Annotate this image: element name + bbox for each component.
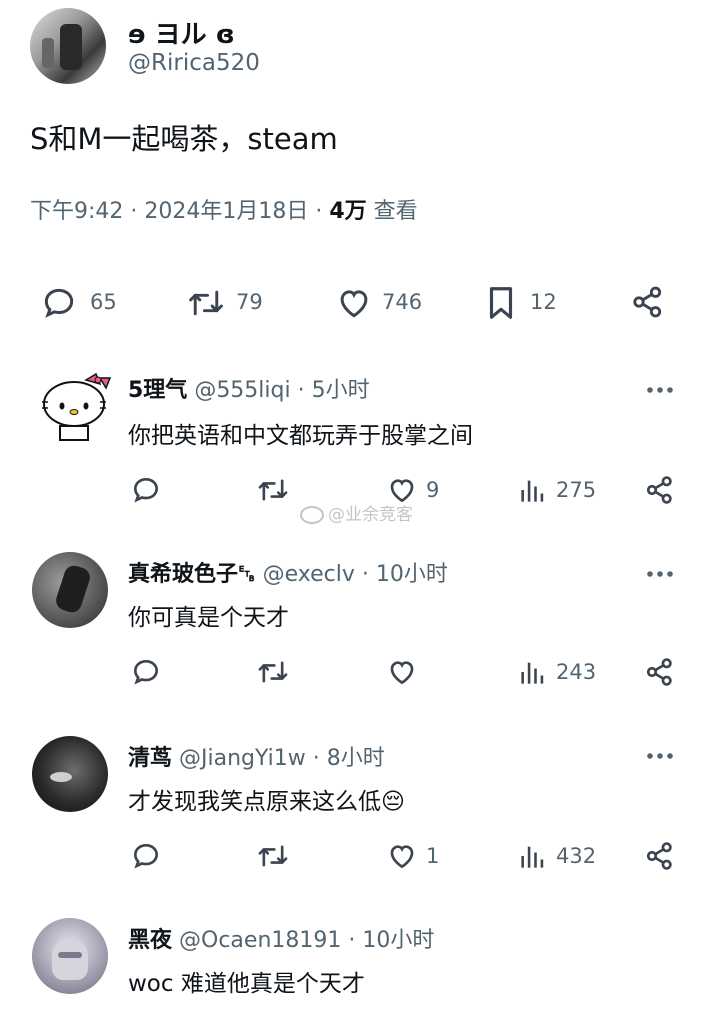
share-button[interactable] bbox=[644, 656, 676, 688]
bookmark-count: 12 bbox=[530, 290, 557, 314]
views-button[interactable] bbox=[518, 476, 546, 504]
heart-icon bbox=[390, 661, 414, 685]
retweet-icon bbox=[258, 845, 288, 867]
retweet-icon bbox=[258, 479, 288, 501]
retweet-button[interactable] bbox=[256, 474, 290, 506]
reply-display-name[interactable]: 黑夜 bbox=[128, 928, 172, 953]
separator-dot: · bbox=[290, 378, 312, 403]
bar-chart-icon bbox=[521, 480, 544, 502]
reply-button[interactable] bbox=[130, 840, 162, 872]
reply-avatar[interactable] bbox=[32, 552, 108, 628]
share-icon bbox=[633, 286, 662, 318]
reply-text-body: 才发现我笑点原来这么低 bbox=[128, 789, 381, 815]
pensive-emoji-icon: 😔 bbox=[381, 789, 405, 815]
reply-count: 65 bbox=[90, 290, 117, 314]
reply-text: 你可真是个天才 bbox=[128, 605, 289, 631]
reply-header: 清茑 @JiangYi1w · 8小时 bbox=[128, 740, 385, 772]
reply-display-name[interactable]: 5理气 bbox=[128, 378, 187, 403]
author-avatar[interactable] bbox=[30, 8, 106, 84]
more-dots-icon bbox=[647, 753, 673, 759]
tweet-text: S和M一起喝茶，steam bbox=[30, 122, 338, 156]
reply-button[interactable] bbox=[40, 284, 78, 322]
views-label: 查看 bbox=[366, 199, 418, 224]
retweet-button[interactable] bbox=[256, 840, 290, 872]
reply-avatar[interactable] bbox=[34, 370, 118, 444]
reply-time[interactable]: 10小时 bbox=[362, 928, 434, 953]
more-options-button[interactable] bbox=[646, 752, 674, 760]
bookmark-button[interactable] bbox=[484, 284, 518, 322]
share-icon bbox=[646, 658, 672, 686]
reply-handle[interactable]: @JiangYi1w bbox=[179, 746, 306, 771]
reply-display-name[interactable]: 真希玻色子␗ bbox=[128, 562, 256, 587]
retweet-count: 79 bbox=[236, 290, 263, 314]
separator-dot: · bbox=[341, 928, 363, 953]
reply-display-name[interactable]: 清茑 bbox=[128, 746, 172, 771]
reply-time[interactable]: 8小时 bbox=[327, 746, 385, 771]
more-dots-icon bbox=[647, 387, 673, 393]
reply-text: 你把英语和中文都玩弄于股掌之间 bbox=[128, 423, 473, 449]
tweet-timestamp[interactable]: 下午9:42 · 2024年1月18日 · bbox=[30, 199, 329, 224]
like-count: 746 bbox=[382, 290, 423, 314]
reply-time[interactable]: 10小时 bbox=[376, 562, 448, 587]
speech-bubble-icon bbox=[133, 477, 159, 503]
bookmark-icon bbox=[489, 287, 513, 319]
like-button[interactable] bbox=[386, 840, 418, 872]
reply-header: 黑夜 @Ocaen18191 · 10小时 bbox=[128, 922, 434, 954]
more-options-button[interactable] bbox=[646, 386, 674, 394]
views-button[interactable] bbox=[518, 842, 546, 870]
watermark: @业余竞客 bbox=[300, 500, 413, 525]
separator-dot: · bbox=[305, 746, 327, 771]
reply-button[interactable] bbox=[130, 656, 162, 688]
reply-handle[interactable]: @execlv bbox=[263, 562, 355, 587]
tweet-meta: 下午9:42 · 2024年1月18日 · 4万 查看 bbox=[30, 193, 418, 225]
share-icon bbox=[646, 842, 672, 870]
like-button[interactable] bbox=[334, 284, 374, 322]
watermark-text: @业余竞客 bbox=[328, 505, 413, 525]
more-options-button[interactable] bbox=[646, 570, 674, 578]
reply-text: woc 难道他真是个天才 bbox=[128, 971, 365, 997]
views-count: 432 bbox=[556, 844, 597, 868]
speech-bubble-icon bbox=[44, 288, 74, 318]
like-count: 1 bbox=[426, 844, 440, 868]
retweet-button[interactable] bbox=[256, 656, 290, 688]
reply-handle[interactable]: @Ocaen18191 bbox=[179, 928, 341, 953]
heart-icon bbox=[390, 845, 414, 869]
reply-handle[interactable]: @555liqi bbox=[194, 378, 290, 403]
speech-bubble-icon bbox=[133, 843, 159, 869]
author-handle[interactable]: @Ririca520 bbox=[128, 50, 260, 76]
like-count: 9 bbox=[426, 478, 440, 502]
share-button[interactable] bbox=[644, 474, 676, 506]
author-display-name[interactable]: ɘ ヨル ɞ bbox=[128, 14, 235, 51]
reply-header: 5理气 @555liqi · 5小时 bbox=[128, 372, 370, 404]
share-button[interactable] bbox=[630, 284, 666, 320]
reply-time[interactable]: 5小时 bbox=[312, 378, 370, 403]
views-count: 275 bbox=[556, 478, 597, 502]
speech-bubble-icon bbox=[133, 659, 159, 685]
separator-dot: · bbox=[354, 562, 376, 587]
like-button[interactable] bbox=[386, 656, 418, 688]
reply-avatar[interactable] bbox=[32, 736, 108, 812]
reply-text: 才发现我笑点原来这么低😔 bbox=[128, 782, 405, 816]
heart-icon bbox=[340, 290, 368, 318]
retweet-icon bbox=[189, 290, 223, 316]
retweet-icon bbox=[258, 661, 288, 683]
bar-chart-icon bbox=[521, 662, 544, 684]
more-dots-icon bbox=[647, 571, 673, 577]
views-button[interactable] bbox=[518, 658, 546, 686]
reply-avatar[interactable] bbox=[32, 918, 108, 994]
views-count: 243 bbox=[556, 660, 597, 684]
share-button[interactable] bbox=[644, 840, 676, 872]
reply-header: 真希玻色子␗ @execlv · 10小时 bbox=[128, 556, 448, 588]
reply-button[interactable] bbox=[130, 474, 162, 506]
views-count: 4万 bbox=[329, 199, 367, 224]
weibo-icon bbox=[300, 506, 324, 524]
share-icon bbox=[646, 476, 672, 504]
bar-chart-icon bbox=[521, 846, 544, 868]
retweet-button[interactable] bbox=[186, 284, 226, 322]
